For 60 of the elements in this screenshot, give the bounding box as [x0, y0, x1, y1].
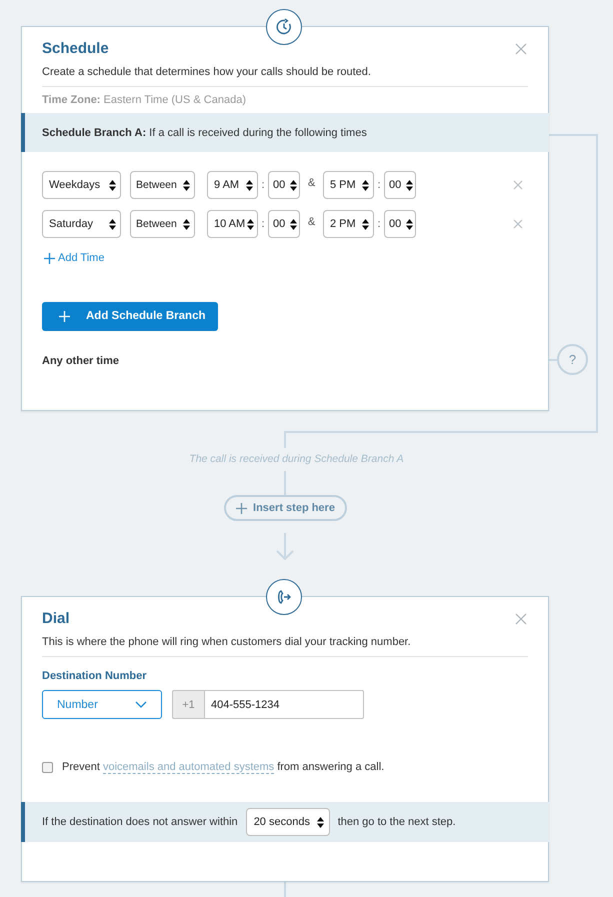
sort-arrows-icon — [183, 218, 190, 230]
minute-select[interactable]: 00 — [268, 171, 300, 199]
time-separator: : — [376, 179, 382, 191]
hour-select[interactable]: 10 AM — [207, 210, 258, 238]
card-title: Dial — [42, 609, 70, 629]
time-separator: : — [376, 218, 382, 230]
phone-input[interactable]: 404-555-1234 — [204, 690, 364, 719]
sort-arrows-icon — [290, 180, 297, 190]
sort-arrows-icon — [246, 180, 253, 190]
destination-label: Destination Number — [42, 670, 148, 682]
sort-arrows-icon — [362, 218, 369, 230]
sort-arrows-icon — [316, 816, 324, 828]
arrow-down-icon — [276, 533, 294, 561]
timeout-select[interactable]: 20 seconds — [246, 808, 330, 836]
range-joiner: & — [306, 216, 316, 228]
other-time-label: Any other time — [42, 354, 120, 366]
card-description: Create a schedule that determines how your calls should be routed. — [42, 65, 372, 80]
close-icon[interactable] — [515, 43, 527, 55]
card-title: Schedule — [42, 39, 109, 59]
add-time-link[interactable]: Add Time — [44, 252, 104, 264]
add-schedule-branch-button[interactable]: Add Schedule Branch — [42, 302, 218, 330]
timeout-text: then go to the next step. — [338, 816, 456, 828]
hour-select[interactable]: 2 PM — [323, 210, 374, 238]
sort-arrows-icon — [183, 180, 190, 190]
range-joiner: & — [306, 177, 316, 189]
sort-arrows-icon — [290, 218, 297, 230]
remove-icon[interactable] — [513, 180, 523, 190]
hour-select[interactable]: 5 PM — [323, 171, 374, 199]
prevent-checkbox[interactable] — [42, 762, 53, 772]
time-zone-text: Time Zone: Eastern Time (US & Canada) — [42, 93, 247, 108]
plus-icon — [59, 310, 70, 322]
sort-arrows-icon — [109, 218, 116, 230]
day-select[interactable]: Weekdays — [42, 171, 121, 199]
sort-arrows-icon — [109, 180, 116, 190]
sort-arrows-icon — [406, 218, 413, 230]
sort-arrows-icon — [362, 180, 369, 190]
connector-label: The call is received during Schedule Branch A — [189, 453, 404, 465]
timeout-text: If the destination does not answer within — [42, 816, 238, 828]
range-select[interactable]: Between — [130, 210, 195, 238]
close-icon[interactable] — [515, 613, 527, 625]
chevron-down-icon — [135, 701, 147, 708]
sort-arrows-icon — [247, 218, 254, 230]
minute-select[interactable]: 00 — [384, 210, 416, 238]
remove-icon[interactable] — [513, 219, 523, 229]
minute-select[interactable]: 00 — [384, 171, 416, 199]
branch-description: Schedule Branch A: If a call is received during the following times — [42, 126, 367, 138]
time-separator: : — [260, 218, 266, 230]
connector-line — [284, 882, 286, 897]
country-code: +1 — [172, 690, 204, 719]
plus-icon — [236, 502, 248, 514]
time-separator: : — [260, 179, 266, 191]
card-description: This is where the phone will ring when customers dial your tracking number. — [42, 635, 412, 650]
destination-type-select[interactable]: Number — [42, 690, 162, 719]
prevent-text: Prevent voicemails and automated systems from answering a call. — [62, 761, 384, 773]
minute-select[interactable]: 00 — [268, 210, 300, 238]
sort-arrows-icon — [406, 180, 413, 190]
hour-select[interactable]: 9 AM — [207, 171, 258, 199]
plus-icon — [44, 252, 55, 264]
range-select[interactable]: Between — [130, 171, 195, 199]
day-select[interactable]: Saturday — [42, 210, 121, 238]
